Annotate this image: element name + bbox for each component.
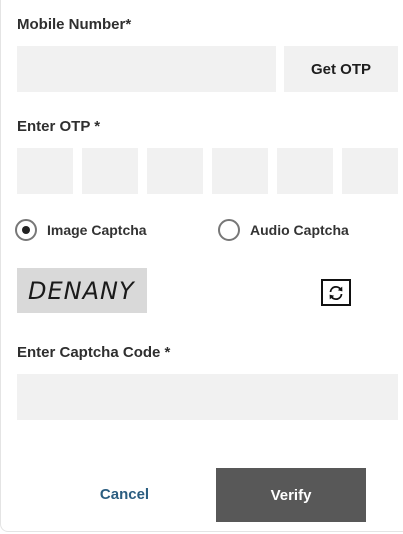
mobile-number-label: Mobile Number*: [17, 16, 132, 33]
radio-unselected-icon: [218, 219, 240, 241]
get-otp-button[interactable]: Get OTP: [284, 46, 398, 92]
captcha-image: DENANY: [17, 268, 147, 313]
radio-selected-icon: [15, 219, 37, 241]
audio-captcha-radio[interactable]: Audio Captcha: [218, 217, 349, 243]
otp-digit-5[interactable]: [277, 148, 333, 194]
otp-label: Enter OTP *: [17, 118, 101, 135]
image-captcha-label: Image Captcha: [47, 222, 147, 238]
captcha-code-label: Enter Captcha Code *: [17, 344, 171, 361]
mobile-number-input[interactable]: [17, 46, 276, 92]
image-captcha-radio[interactable]: Image Captcha: [15, 217, 147, 243]
refresh-captcha-button[interactable]: [321, 279, 351, 306]
otp-digit-4[interactable]: [212, 148, 268, 194]
otp-digit-2[interactable]: [82, 148, 138, 194]
otp-digit-6[interactable]: [342, 148, 398, 194]
captcha-code-input[interactable]: [17, 374, 398, 420]
cancel-button[interactable]: Cancel: [67, 468, 182, 520]
otp-digit-3[interactable]: [147, 148, 203, 194]
refresh-icon: [329, 285, 343, 300]
audio-captcha-label: Audio Captcha: [250, 222, 349, 238]
otp-digit-1[interactable]: [17, 148, 73, 194]
verify-button[interactable]: Verify: [216, 468, 366, 522]
